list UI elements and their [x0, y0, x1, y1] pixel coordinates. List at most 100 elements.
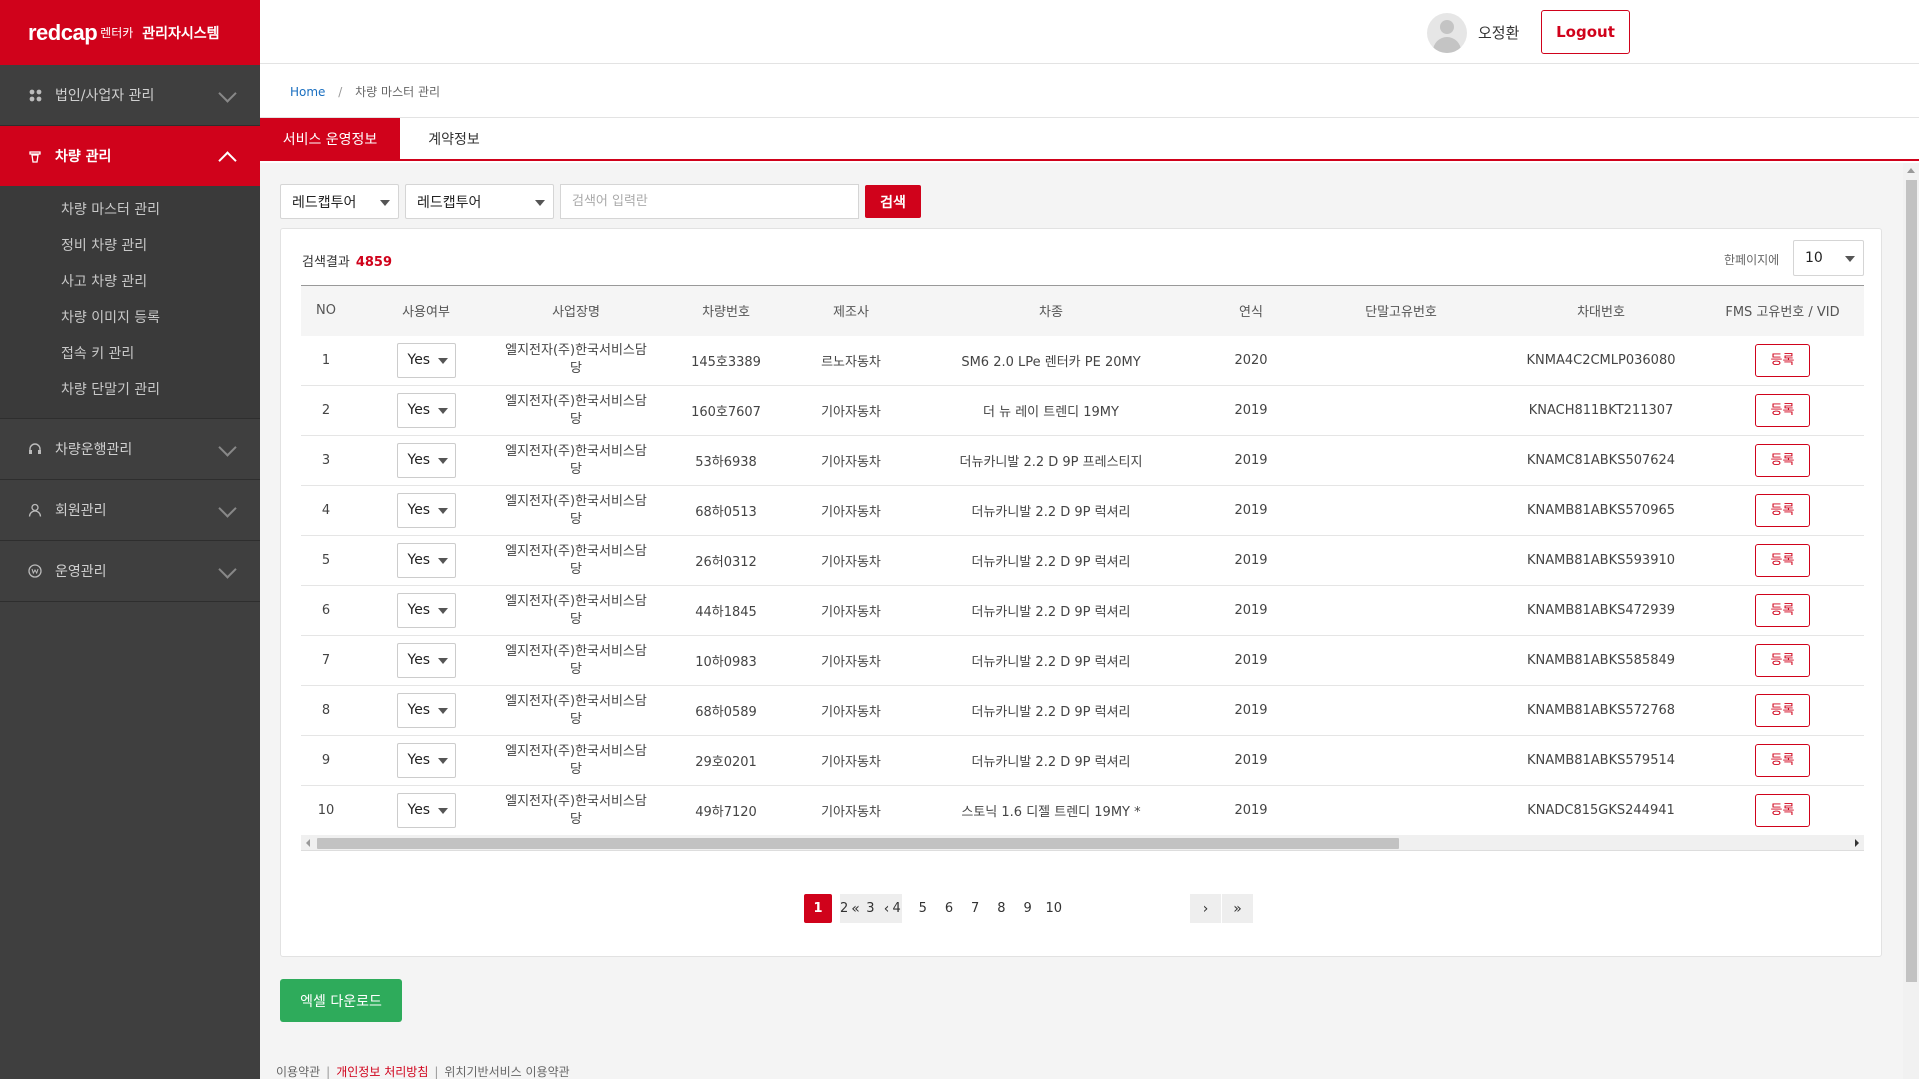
logo[interactable]: redcap 렌터카 관리자시스템: [0, 0, 260, 65]
cell-model: 더뉴카니발 2.2 D 9P 럭셔리: [971, 605, 1131, 620]
per-page-label: 한페이지에: [1724, 253, 1780, 267]
register-button[interactable]: 등록: [1755, 744, 1810, 777]
use-select[interactable]: Yes: [396, 493, 456, 528]
caret-down-icon: [437, 608, 448, 614]
sidebar-item-admin[interactable]: 운영관리: [0, 541, 260, 601]
branch-select[interactable]: 레드캡투어: [405, 184, 554, 219]
footer-privacy-link[interactable]: 개인정보 처리방침: [336, 1065, 428, 1079]
register-button[interactable]: 등록: [1755, 494, 1810, 527]
table-row: 2 Yes 엘지전자(주)한국서비스담당 160호7607 기아자동차 더 뉴 레이 트렌…: [301, 386, 1864, 436]
brand-name: redcap: [28, 19, 98, 45]
cell-maker: 기아자동차: [821, 805, 881, 820]
sidebar-item-label: 차량운행관리: [55, 442, 133, 458]
scroll-right-icon[interactable]: [1855, 839, 1859, 847]
column-header: 사업장명: [552, 305, 600, 321]
footer-location-terms-link[interactable]: 위치기반서비스 이용약관: [444, 1065, 569, 1079]
sidebar-subitem-accident[interactable]: 사고 차량 관리: [0, 264, 260, 300]
pagination-page[interactable]: 4: [883, 894, 911, 923]
register-button[interactable]: 등록: [1755, 594, 1810, 627]
use-select[interactable]: Yes: [396, 643, 456, 678]
horizontal-scrollbar[interactable]: [301, 835, 1864, 851]
table-header-row: NO 사용여부 사업장명 차량번호 제조사 차종 연식 단말고유번호 차대번호 …: [301, 285, 1864, 336]
register-button[interactable]: 등록: [1755, 794, 1810, 827]
scroll-left-icon[interactable]: [306, 839, 310, 847]
cell-maker: 기아자동차: [821, 455, 881, 470]
register-button[interactable]: 등록: [1755, 444, 1810, 477]
cell-year: 2019: [1234, 653, 1268, 668]
pagination-page[interactable]: 10: [1040, 894, 1068, 923]
register-button[interactable]: 등록: [1755, 544, 1810, 577]
pagination-page[interactable]: 8: [987, 894, 1015, 923]
table-body: 1 Yes 엘지전자(주)한국서비스담당 145호3389 르노자동차 SM6 2.0 L…: [301, 336, 1864, 836]
excel-download-button[interactable]: 엑셀 다운로드: [280, 979, 402, 1022]
register-button[interactable]: 등록: [1755, 644, 1810, 677]
search-input[interactable]: [560, 184, 859, 219]
use-select-value: Yes: [407, 452, 431, 468]
result-label-text: 검색결과: [302, 255, 350, 270]
scrollbar-thumb[interactable]: [1906, 180, 1917, 982]
pagination-page[interactable]: 3: [856, 894, 884, 923]
logout-button[interactable]: Logout: [1541, 10, 1630, 54]
cell-vin: KNAMC81ABKS507624: [1526, 453, 1676, 468]
scrollbar-thumb[interactable]: [317, 838, 1399, 849]
pagination-page[interactable]: 9: [1014, 894, 1042, 923]
breadcrumb-home-link[interactable]: Home: [290, 85, 325, 99]
register-button[interactable]: 등록: [1755, 694, 1810, 727]
cell-maker: 기아자동차: [821, 705, 881, 720]
footer: 이용약관 | 개인정보 처리방침 | 위치기반서비스 이용약관: [276, 1063, 570, 1079]
cell-terminal: [1301, 736, 1501, 786]
cell-business: 엘지전자(주)한국서비스담당: [505, 393, 647, 427]
use-select[interactable]: Yes: [396, 693, 456, 728]
pagination-page[interactable]: 6: [935, 894, 963, 923]
tab-service-info[interactable]: 서비스 운영정보: [260, 118, 400, 159]
caret-down-icon: [437, 708, 448, 714]
per-page-select[interactable]: 10: [1793, 240, 1864, 276]
cell-vin: KNAMB81ABKS472939: [1526, 603, 1676, 618]
register-button[interactable]: 등록: [1755, 394, 1810, 427]
company-select[interactable]: 레드캡투어: [280, 184, 399, 219]
sidebar-item-operation[interactable]: 차량운행관리: [0, 419, 260, 479]
sidebar-item-corporate[interactable]: 법인/사업자 관리: [0, 65, 260, 125]
cell-maker: 기아자동차: [821, 405, 881, 420]
search-button[interactable]: 검색: [865, 185, 921, 218]
vertical-scrollbar[interactable]: [1903, 163, 1919, 1079]
sidebar-subitem-access-key[interactable]: 접속 키 관리: [0, 336, 260, 372]
use-select[interactable]: Yes: [396, 743, 456, 778]
cell-plate: 68하0589: [695, 705, 757, 720]
caret-down-icon: [437, 357, 448, 364]
pagination-last[interactable]: »: [1222, 894, 1253, 923]
pagination-page[interactable]: 1: [804, 894, 832, 923]
cell-fms: 등록: [1701, 736, 1864, 786]
scroll-up-icon[interactable]: [1907, 168, 1915, 173]
use-select[interactable]: Yes: [396, 793, 456, 828]
cell-maker: 기아자동차: [821, 755, 881, 770]
cell-year: 2019: [1234, 453, 1268, 468]
sidebar-subitem-vehicle-master[interactable]: 차량 마스터 관리: [0, 192, 260, 228]
use-select[interactable]: Yes: [396, 393, 456, 428]
use-select[interactable]: Yes: [396, 593, 456, 628]
footer-terms-link[interactable]: 이용약관: [276, 1065, 320, 1079]
cell-fms: 등록: [1701, 436, 1864, 486]
pagination-page[interactable]: 7: [961, 894, 989, 923]
pagination-page[interactable]: 2: [830, 894, 858, 923]
caret-down-icon: [437, 508, 448, 514]
cell-vin: KNAMB81ABKS593910: [1526, 553, 1676, 568]
use-select[interactable]: Yes: [396, 543, 456, 578]
sidebar-subitem-image[interactable]: 차량 이미지 등록: [0, 300, 260, 336]
pagination-page[interactable]: 5: [909, 894, 937, 923]
sidebar-item-vehicle[interactable]: 차량 관리: [0, 126, 260, 186]
use-select[interactable]: Yes: [396, 443, 456, 478]
pagination-next[interactable]: ›: [1190, 894, 1221, 923]
caret-down-icon: [535, 200, 545, 206]
cell-use: Yes: [351, 636, 501, 686]
sidebar-item-members[interactable]: 회원관리: [0, 480, 260, 540]
cell-terminal: [1301, 586, 1501, 636]
top-bar: [260, 0, 1919, 64]
cell-model: 더뉴카니발 2.2 D 9P 럭셔리: [971, 655, 1131, 670]
register-button[interactable]: 등록: [1755, 343, 1810, 377]
use-select[interactable]: Yes: [396, 342, 456, 378]
tab-contract-info[interactable]: 계약정보: [400, 118, 508, 159]
sidebar-subitem-maintenance[interactable]: 정비 차량 관리: [0, 228, 260, 264]
avatar[interactable]: [1427, 13, 1467, 53]
sidebar-subitem-terminal[interactable]: 차량 단말기 관리: [0, 372, 260, 408]
